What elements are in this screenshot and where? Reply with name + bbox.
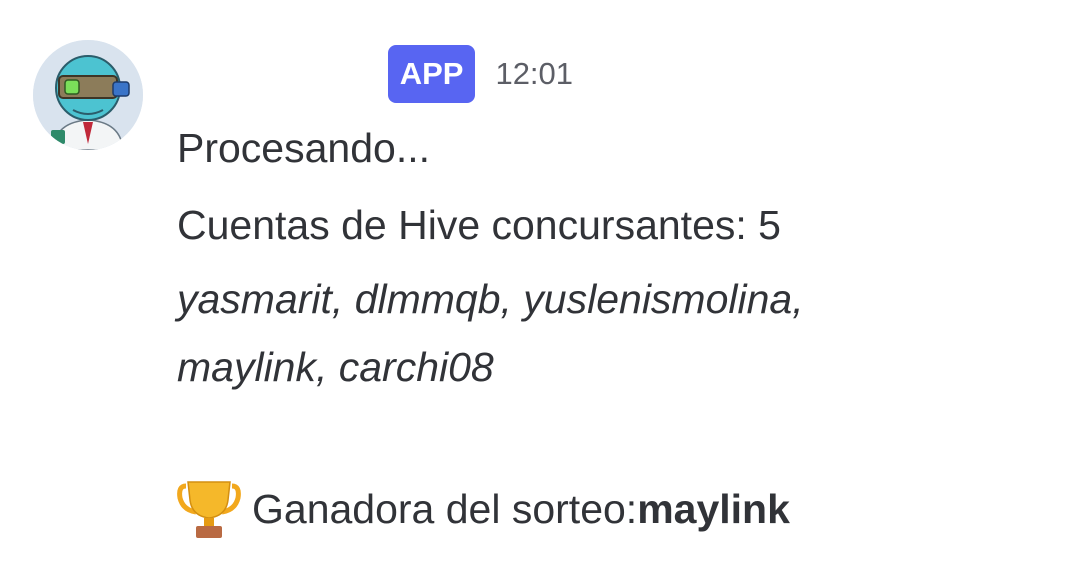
avatar[interactable] [33, 40, 143, 150]
message-header: HispaBOT APP 12:01 [178, 44, 573, 104]
participants-list-line-1: yasmarit, dlmmqb, yuslenismolina, [177, 276, 804, 322]
winner-name: maylink [637, 486, 790, 532]
trophy-icon [176, 476, 242, 542]
participants-list-line-2: maylink, carchi08 [177, 344, 494, 390]
app-badge: APP [387, 45, 476, 103]
status-text: Procesando... [177, 125, 430, 171]
winner-label: Ganadora del sorteo: [252, 486, 638, 532]
author-name[interactable]: HispaBOT [178, 53, 362, 96]
participants-count: Cuentas de Hive concursantes: 5 [177, 202, 781, 248]
winner-line: Ganadora del sorteo: maylink [176, 476, 790, 542]
chat-message: HispaBOT APP 12:01 Procesando... Cuentas… [0, 0, 1080, 580]
robot-avatar-icon [33, 40, 143, 150]
timestamp[interactable]: 12:01 [495, 56, 573, 92]
